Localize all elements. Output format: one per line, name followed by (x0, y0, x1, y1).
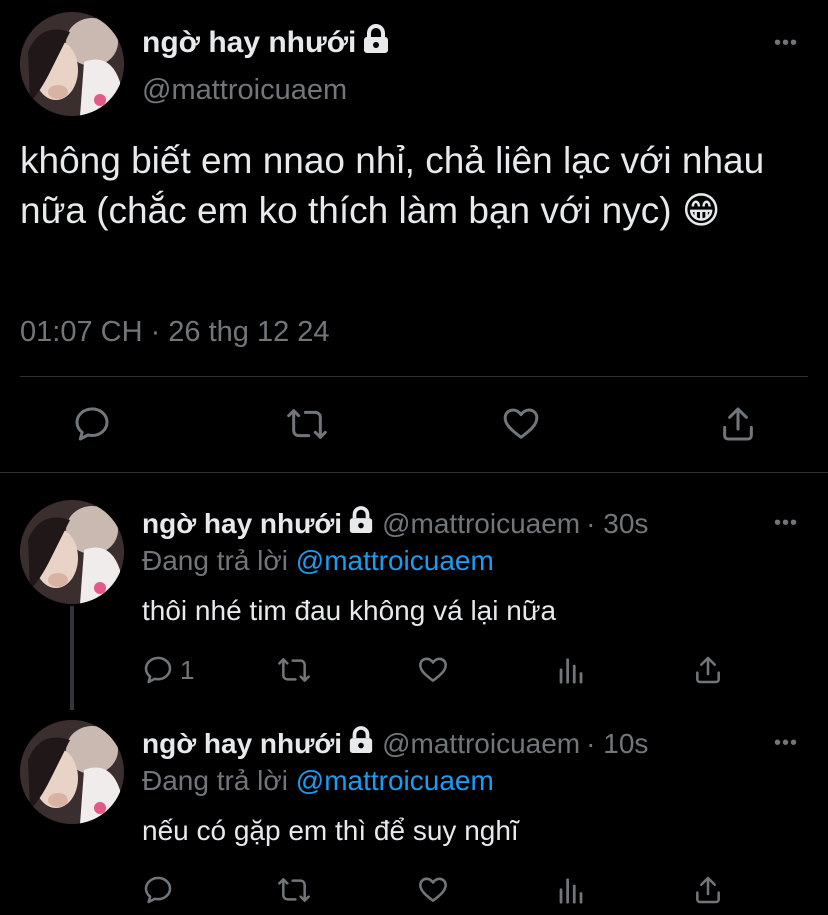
like-button[interactable] (416, 874, 450, 906)
reply-button[interactable]: 1 (142, 654, 194, 686)
tweet-text-body: không biết em nnao nhỉ, chả liên lạc với… (20, 140, 765, 231)
like-button[interactable] (500, 404, 542, 444)
author-name-text: ngờ hay nhưới (142, 727, 343, 759)
author-handle[interactable]: @mattroicuaem (382, 508, 580, 540)
replying-prefix: Đang trả lời (142, 765, 288, 796)
reply-text: thôi nhé tim đau không vá lại nữa (142, 595, 557, 626)
reply-button[interactable] (72, 404, 112, 444)
reply-button[interactable] (142, 874, 180, 906)
like-icon (500, 404, 542, 444)
replying-to: Đang trả lời @mattroicuaem (142, 545, 494, 577)
mention-link[interactable]: @mattroicuaem (296, 765, 494, 796)
share-button[interactable] (692, 654, 724, 686)
author-name[interactable]: ngờ hay nhưới (142, 24, 390, 62)
reply-count: 1 (180, 654, 195, 685)
author-handle[interactable]: @mattroicuaem (382, 728, 580, 760)
retweet-button[interactable] (285, 404, 329, 444)
more-icon[interactable]: ••• (774, 732, 798, 755)
views-icon (556, 876, 586, 906)
replying-prefix: Đang trả lời (142, 545, 288, 576)
thread-line (70, 606, 74, 710)
views-button[interactable] (556, 876, 586, 906)
divider (20, 376, 808, 377)
retweet-icon (285, 404, 329, 444)
reply-time[interactable]: · 10s (586, 728, 648, 760)
author-handle[interactable]: @mattroicuaem (142, 74, 347, 107)
like-button[interactable] (416, 654, 450, 686)
share-button[interactable] (692, 874, 724, 906)
reply-text: nếu có gặp em thì để suy nghĩ (142, 815, 519, 846)
reply-icon (142, 874, 174, 906)
author-name-text: ngờ hay nhưới (142, 507, 343, 539)
grin-emoji: 😁 (681, 190, 721, 231)
lock-icon (348, 726, 374, 761)
views-icon (556, 656, 586, 686)
reply-icon (72, 404, 112, 444)
avatar[interactable] (20, 12, 124, 116)
author-name-text: ngờ hay nhưới (142, 26, 357, 59)
retweet-icon (276, 654, 312, 686)
share-button[interactable] (718, 404, 758, 444)
lock-icon (362, 24, 390, 62)
reply-time[interactable]: · 30s (586, 508, 648, 540)
reply-icon (142, 654, 174, 686)
share-icon (692, 874, 724, 906)
retweet-icon (276, 874, 312, 906)
tweet-timestamp[interactable]: 01:07 CH · 26 thg 12 24 (20, 316, 330, 349)
replying-to: Đang trả lời @mattroicuaem (142, 765, 494, 797)
share-icon (692, 654, 724, 686)
like-icon (416, 874, 450, 906)
share-icon (718, 404, 758, 444)
divider (0, 472, 828, 473)
more-icon[interactable]: ••• (774, 512, 798, 535)
retweet-button[interactable] (276, 654, 312, 686)
lock-icon (348, 506, 374, 541)
author-name[interactable]: ngờ hay nhưới @mattroicuaem · 10s (142, 726, 648, 761)
more-icon[interactable]: ••• (774, 32, 798, 55)
avatar[interactable] (20, 720, 124, 824)
author-name[interactable]: ngờ hay nhưới @mattroicuaem · 30s (142, 506, 648, 541)
like-icon (416, 654, 450, 686)
retweet-button[interactable] (276, 874, 312, 906)
views-button[interactable] (556, 656, 586, 686)
mention-link[interactable]: @mattroicuaem (296, 545, 494, 576)
avatar[interactable] (20, 500, 124, 604)
tweet-text: không biết em nnao nhỉ, chả liên lạc với… (20, 136, 810, 236)
